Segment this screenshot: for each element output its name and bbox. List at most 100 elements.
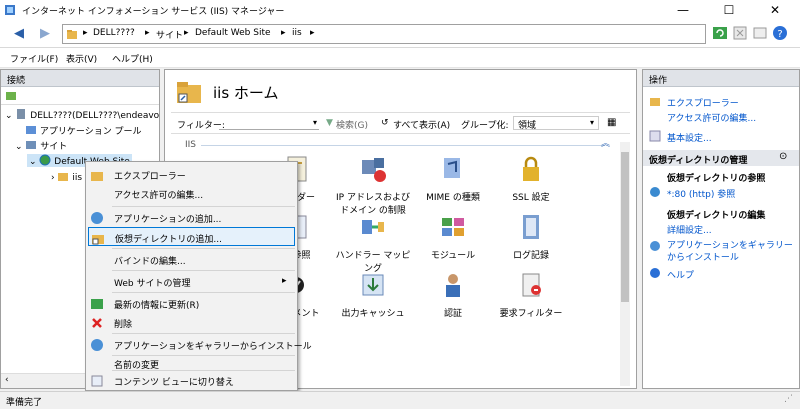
menu-file[interactable]: ファイル(F) [10, 52, 58, 65]
folder-shortcut-icon [177, 82, 201, 103]
crumb-separator: ▸ [184, 28, 189, 38]
crumb-separator: ▸ [310, 28, 315, 38]
crumb-iis[interactable]: iis [292, 28, 302, 38]
vertical-scrollbar[interactable] [620, 142, 630, 386]
menu-view[interactable]: 表示(V) [66, 52, 97, 65]
feature-modules[interactable]: モジュール [413, 212, 493, 261]
feature-output-caching[interactable]: 出力キャッシュ [333, 270, 413, 319]
group-by-value: 領域 [518, 121, 537, 131]
stop-icon[interactable] [732, 25, 748, 41]
menu-item-switch-content-view[interactable]: コンテンツ ビューに切り替え [88, 371, 295, 390]
address-box[interactable]: ▸ DELL???? ▸ サイト ▸ Default Web Site ▸ ii… [62, 24, 706, 44]
crumb-default-site[interactable]: Default Web Site [195, 28, 271, 38]
feature-request-filtering[interactable]: 要求フィルター [491, 270, 571, 319]
home-icon[interactable] [752, 25, 768, 41]
vdir-section-header: 仮想ディレクトリの管理 [643, 150, 799, 166]
action-basic-settings[interactable]: 基本設定... [667, 131, 712, 144]
menu-item-delete[interactable]: 削除 [88, 313, 295, 332]
virtual-dir-icon [58, 173, 69, 181]
add-application-icon [91, 212, 103, 224]
output-caching-icon [362, 274, 384, 296]
feature-mime-types[interactable]: MIME の種類 [413, 154, 493, 203]
filter-bar: フィルター: ▾ ▼ 検索(G) ↺ すべて表示(A) グループ化: 領域 ▾ … [171, 112, 630, 134]
menu-item-refresh[interactable]: 最新の情報に更新(R) [88, 294, 295, 313]
collapse-icon[interactable]: ⌄ [15, 142, 23, 152]
show-all-icon[interactable]: ↺ [381, 118, 389, 128]
group-by-select[interactable]: 領域 ▾ [513, 116, 599, 131]
explore-icon [91, 172, 103, 181]
filter-input[interactable] [219, 116, 319, 130]
search-button[interactable]: 検索(G) [336, 118, 368, 131]
menu-item-add-virtual-directory[interactable]: 仮想ディレクトリの追加... [88, 227, 295, 246]
menu-item-explore[interactable]: エクスプローラー [88, 165, 295, 184]
action-install-from-gallery[interactable]: アプリケーションをギャラリーからインストール [667, 240, 795, 264]
action-edit-permissions[interactable]: アクセス許可の編集... [667, 111, 756, 124]
menu-separator [112, 248, 295, 249]
menu-item-edit-bindings[interactable]: バインドの編集... [88, 250, 295, 269]
maximize-button[interactable]: ☐ [706, 0, 752, 20]
refresh-icon[interactable] [712, 25, 728, 41]
search-funnel-icon[interactable]: ▼ [326, 118, 333, 128]
menu-bar: ファイル(F) 表示(V) ヘルプ(H) [0, 48, 800, 68]
crumb-server[interactable]: DELL???? [93, 28, 135, 38]
globe-icon [39, 154, 51, 166]
new-connection-icon[interactable] [5, 90, 17, 102]
menu-help[interactable]: ヘルプ(H) [112, 52, 153, 65]
action-browse-http[interactable]: *:80 (http) 参照 [667, 187, 735, 200]
back-button[interactable]: ◀ [8, 23, 30, 45]
forward-button[interactable]: ▶ [34, 23, 56, 45]
filter-dropdown-icon[interactable]: ▾ [313, 118, 317, 127]
view-options-icon[interactable]: ▦ [607, 117, 616, 128]
crumb-separator: ▸ [281, 28, 286, 38]
help-circle-icon [650, 268, 660, 278]
collapse-section-icon[interactable]: ⊙ [779, 151, 787, 162]
group-by-label: グループ化: [461, 121, 509, 131]
tree-iis-label: iis [72, 173, 83, 183]
crumb-separator: ▸ [145, 28, 150, 38]
gallery-install-icon [650, 241, 660, 251]
tree-app-pools-label: アプリケーション プール [39, 127, 142, 137]
feature-handler-mappings[interactable]: ハンドラー マッピング [333, 212, 413, 274]
collapse-icon[interactable]: ⌄ [5, 111, 13, 121]
minimize-button[interactable]: — [660, 0, 706, 20]
menu-item-add-application[interactable]: アプリケーションの追加... [88, 208, 295, 227]
feature-ssl-settings[interactable]: SSL 設定 [491, 154, 571, 203]
iis-app-icon [5, 5, 15, 15]
folder-icon [67, 30, 77, 39]
tree-app-pools[interactable]: アプリケーション プール [25, 124, 142, 137]
vdir-section-title: 仮想ディレクトリの管理 [649, 156, 748, 166]
menu-item-manage-website[interactable]: Web サイトの管理 ▸ [88, 272, 295, 291]
show-all-button[interactable]: すべて表示(A) [393, 118, 450, 131]
feature-ip-restrictions[interactable]: IP アドレスおよびドメイン の制限 [333, 154, 413, 216]
action-explore[interactable]: エクスプローラー [667, 96, 739, 109]
action-advanced-settings[interactable]: 詳細設定... [667, 223, 712, 236]
authentication-icon [446, 274, 460, 297]
crumb-sites[interactable]: サイト [156, 28, 183, 41]
actions-header: 操作 [643, 70, 799, 87]
feature-authentication[interactable]: 認証 [413, 270, 493, 319]
section-iis-label: IIS [185, 140, 197, 150]
collapse-icon[interactable]: ⌄ [29, 157, 37, 167]
scroll-left-icon[interactable]: ‹ [5, 375, 9, 385]
tree-iis[interactable]: › iis [51, 170, 82, 183]
feature-logging[interactable]: ログ記録 [491, 212, 571, 261]
menu-item-rename[interactable]: 名前の変更 [88, 348, 295, 371]
tree-server[interactable]: ⌄ DELL????(DELL????\endeavo [5, 108, 159, 121]
address-bar: ◀ ▶ ▸ DELL???? ▸ サイト ▸ Default Web Site … [0, 20, 800, 48]
refresh-icon [91, 299, 103, 309]
scrollbar-thumb[interactable] [621, 152, 629, 302]
resize-grip-icon[interactable]: ⋰ [784, 394, 793, 404]
delete-icon [92, 318, 102, 328]
page-title: iis ホーム [213, 84, 279, 102]
browse-globe-icon [650, 187, 660, 197]
close-button[interactable]: ✕ [752, 0, 798, 20]
chevron-down-icon: ▾ [590, 118, 595, 127]
tree-sites[interactable]: ⌄ サイト [15, 139, 67, 152]
menu-item-edit-permissions[interactable]: アクセス許可の編集... [88, 184, 295, 203]
help-icon[interactable]: ? [772, 25, 788, 41]
section-collapse-icon[interactable]: ︽ [601, 136, 610, 149]
app-pool-icon [26, 126, 36, 134]
expand-icon[interactable]: › [51, 173, 55, 183]
tree-server-label: DELL????(DELL????\endeavo [30, 111, 160, 121]
action-help[interactable]: ヘルプ [667, 268, 694, 281]
